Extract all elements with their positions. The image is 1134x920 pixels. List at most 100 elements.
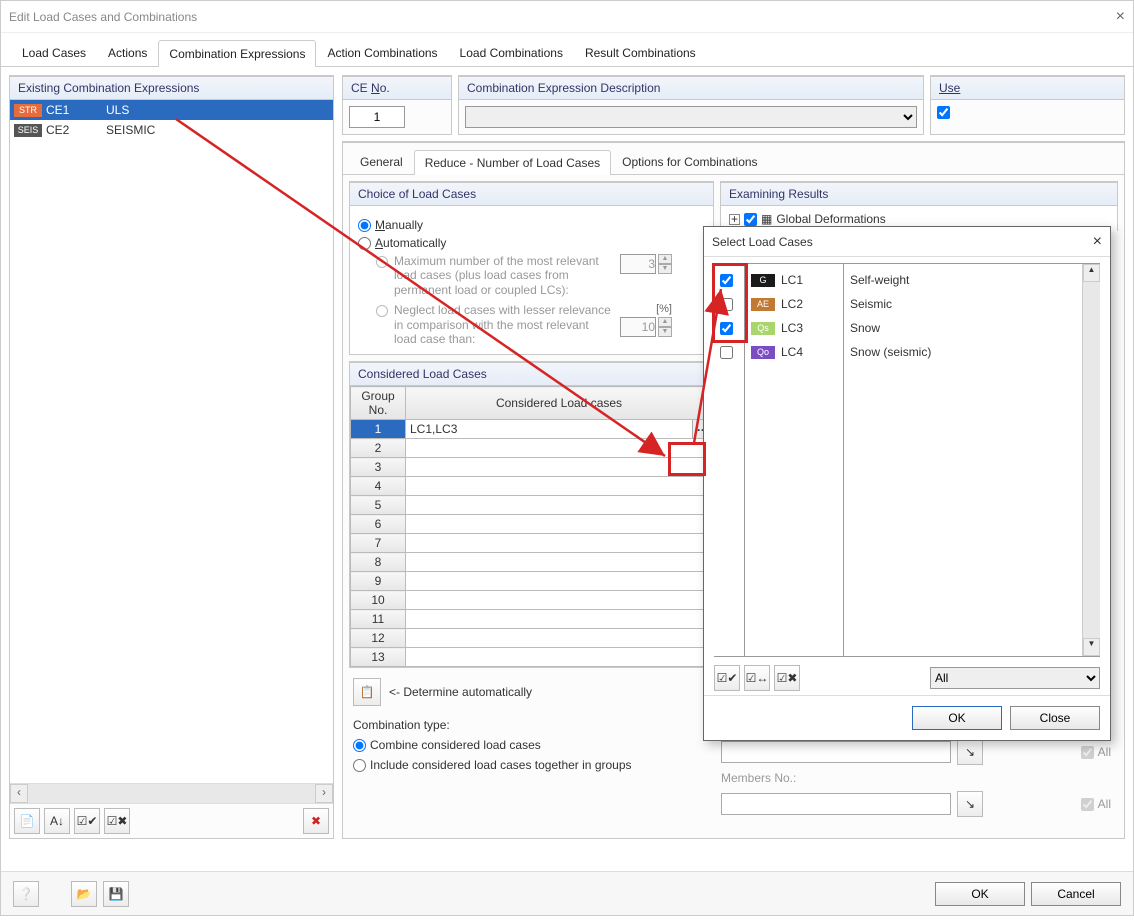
subopt1-label: Maximum number of the most relevant load… bbox=[394, 254, 614, 297]
lc-code: LC2 bbox=[781, 297, 803, 311]
pick-members-button[interactable]: ↘ bbox=[957, 791, 983, 817]
table-row[interactable]: 8 bbox=[351, 553, 713, 572]
description-panel: Combination Expression Description bbox=[458, 75, 924, 135]
dialog-ok-button[interactable]: OK bbox=[935, 882, 1025, 906]
considered-lc-title: Considered Load Cases bbox=[350, 363, 713, 386]
window-title: Edit Load Cases and Combinations bbox=[9, 10, 197, 24]
radio-automatically[interactable] bbox=[358, 237, 371, 250]
deformation-icon: ▦ bbox=[761, 212, 772, 226]
determine-auto-button[interactable]: 📋 bbox=[353, 678, 381, 706]
popup-check-all-button[interactable]: ☑✔ bbox=[714, 665, 740, 691]
badge-str: STR bbox=[14, 104, 42, 117]
table-row[interactable]: 3 bbox=[351, 458, 713, 477]
table-row[interactable]: 5 bbox=[351, 496, 713, 515]
lc-desc: Snow (seismic) bbox=[850, 345, 931, 359]
ce-no-input[interactable] bbox=[349, 106, 405, 128]
lc-checkbox[interactable] bbox=[720, 346, 733, 359]
examining-title: Examining Results bbox=[721, 183, 1117, 206]
radio-combine[interactable] bbox=[353, 739, 366, 752]
expr-code: CE2 bbox=[46, 123, 106, 137]
help-button[interactable]: ❔ bbox=[13, 881, 39, 907]
tab-action-combinations[interactable]: Action Combinations bbox=[316, 39, 448, 66]
existing-expressions-panel: Existing Combination Expressions STR CE1… bbox=[9, 75, 334, 839]
use-panel: Use bbox=[930, 75, 1125, 135]
table-row[interactable]: 2 bbox=[351, 439, 713, 458]
table-row[interactable]: 9 bbox=[351, 572, 713, 591]
popup-toggle-button[interactable]: ☑↔ bbox=[744, 665, 770, 691]
popup-filter-select[interactable]: All bbox=[930, 667, 1100, 689]
tab-combination-expressions[interactable]: Combination Expressions bbox=[158, 40, 316, 67]
uncheck-all-button[interactable]: ☑✖ bbox=[104, 808, 130, 834]
solids-no-input[interactable] bbox=[721, 741, 951, 763]
tab-load-combinations[interactable]: Load Combinations bbox=[449, 39, 574, 66]
table-row[interactable]: 4 bbox=[351, 477, 713, 496]
col-group-no: Group No. bbox=[351, 387, 406, 420]
popup-v-scrollbar[interactable]: ▲▼ bbox=[1082, 264, 1100, 656]
tree-node-checkbox[interactable] bbox=[744, 213, 757, 226]
sort-button[interactable]: A↓ bbox=[44, 808, 70, 834]
lc-badge: G bbox=[751, 274, 775, 287]
tab-result-combinations[interactable]: Result Combinations bbox=[574, 39, 707, 66]
tree-node-label: Global Deformations bbox=[776, 212, 885, 226]
subtab-options[interactable]: Options for Combinations bbox=[611, 149, 768, 174]
label-manually: Manually bbox=[375, 218, 423, 232]
tab-actions[interactable]: Actions bbox=[97, 39, 158, 66]
members-no-input[interactable] bbox=[721, 793, 951, 815]
expression-row-ce2[interactable]: SEIS CE2 SEISMIC bbox=[10, 120, 333, 140]
table-row[interactable]: 6 bbox=[351, 515, 713, 534]
table-row[interactable]: 10 bbox=[351, 591, 713, 610]
subtab-reduce[interactable]: Reduce - Number of Load Cases bbox=[414, 150, 611, 175]
popup-ok-button[interactable]: OK bbox=[912, 706, 1002, 730]
popup-title: Select Load Cases bbox=[712, 235, 813, 249]
table-row[interactable]: 7 bbox=[351, 534, 713, 553]
lc-code: LC3 bbox=[781, 321, 803, 335]
lc-desc: Seismic bbox=[850, 297, 892, 311]
ce-no-panel: CE No. bbox=[342, 75, 452, 135]
radio-manually[interactable] bbox=[358, 219, 371, 232]
description-select[interactable] bbox=[465, 106, 917, 128]
col-considered-lc: Considered Load cases bbox=[406, 387, 713, 420]
open-file-button[interactable]: 📂 bbox=[71, 881, 97, 907]
label-combine: Combine considered load cases bbox=[370, 738, 541, 752]
lc-checkbox[interactable] bbox=[720, 298, 733, 311]
lc-code: LC1 bbox=[781, 273, 803, 287]
h-scrollbar[interactable]: ‹› bbox=[10, 783, 333, 803]
subopt2-label: Neglect load cases with lesser relevance… bbox=[394, 303, 614, 346]
use-checkbox[interactable] bbox=[937, 106, 950, 119]
expression-list[interactable]: STR CE1 ULS SEIS CE2 SEISMIC bbox=[10, 100, 333, 783]
description-title: Combination Expression Description bbox=[459, 77, 923, 100]
lc-badge: Qs bbox=[751, 322, 775, 335]
determine-auto-label: <- Determine automatically bbox=[389, 685, 532, 699]
popup-close-icon[interactable]: × bbox=[1093, 233, 1102, 251]
popup-uncheck-all-button[interactable]: ☑✖ bbox=[774, 665, 800, 691]
expression-row-ce1[interactable]: STR CE1 ULS bbox=[10, 100, 333, 120]
subopt1-value bbox=[620, 254, 656, 274]
table-row[interactable]: 11 bbox=[351, 610, 713, 629]
select-load-cases-dialog: Select Load Cases × GLC1AELC2QsLC3QoLC4 … bbox=[703, 226, 1111, 741]
expr-name: ULS bbox=[106, 103, 129, 117]
save-button[interactable]: 💾 bbox=[103, 881, 129, 907]
examining-results-panel: Examining Results + ▦ Global Deformation… bbox=[720, 181, 1118, 231]
table-row[interactable]: 12 bbox=[351, 629, 713, 648]
table-row[interactable]: 1LC1,LC3… bbox=[351, 420, 713, 439]
lc-badge: AE bbox=[751, 298, 775, 311]
popup-close-button[interactable]: Close bbox=[1010, 706, 1100, 730]
lc-desc: Self-weight bbox=[850, 273, 909, 287]
subtab-general[interactable]: General bbox=[349, 149, 414, 174]
solids-all-checkbox bbox=[1081, 746, 1094, 759]
pick-solids-button[interactable]: ↘ bbox=[957, 739, 983, 765]
ce-no-title: CE No. bbox=[351, 81, 390, 95]
dialog-cancel-button[interactable]: Cancel bbox=[1031, 882, 1121, 906]
tab-load-cases[interactable]: Load Cases bbox=[11, 39, 97, 66]
tree-expand-icon[interactable]: + bbox=[729, 214, 740, 225]
delete-button[interactable]: ✖ bbox=[303, 808, 329, 834]
considered-lc-table[interactable]: Group No. Considered Load cases 1LC1,LC3… bbox=[350, 386, 713, 667]
new-expression-button[interactable]: 📄 bbox=[14, 808, 40, 834]
window-close-icon[interactable]: × bbox=[1116, 8, 1125, 26]
radio-include-groups[interactable] bbox=[353, 759, 366, 772]
lc-checkbox[interactable] bbox=[720, 274, 733, 287]
lc-checkbox[interactable] bbox=[720, 322, 733, 335]
subopt1-radio bbox=[376, 256, 388, 268]
check-all-button[interactable]: ☑✔ bbox=[74, 808, 100, 834]
table-row[interactable]: 13 bbox=[351, 648, 713, 667]
